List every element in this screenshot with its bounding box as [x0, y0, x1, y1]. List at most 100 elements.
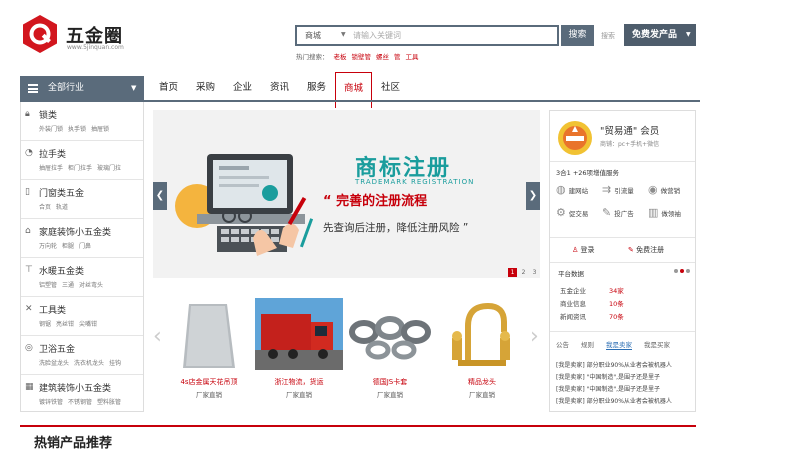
sidebar-sub[interactable]: 门鼻	[79, 241, 91, 250]
sidebar-sub[interactable]: 对丝弯头	[79, 280, 103, 289]
sidebar-sub[interactable]: 尖嘴钳	[79, 319, 97, 328]
nav-news[interactable]: 资讯	[261, 76, 298, 100]
sidebar-sub[interactable]: 抽屉拉手	[39, 163, 63, 172]
product-name[interactable]: 浙江物流，货运	[255, 377, 343, 387]
banner-page[interactable]: 2	[519, 268, 528, 277]
search-bar[interactable]: 商城 ▼ 请输入关键词	[295, 25, 559, 46]
sidebar-sub[interactable]: 柜腿	[62, 241, 74, 250]
sidebar-sub[interactable]: 轨道	[56, 202, 68, 211]
sidebar-sub[interactable]: 万向轮	[39, 241, 57, 250]
banner-page[interactable]: 3	[530, 268, 539, 277]
tab-rules[interactable]: 规则	[581, 339, 594, 350]
sidebar-sub[interactable]: 挂钩	[109, 358, 121, 367]
news-item[interactable]: [我是卖家] 部分职业90%从业者会被机器人	[556, 360, 692, 369]
nav-home[interactable]: 首页	[150, 76, 187, 100]
sidebar-sub[interactable]: 塑料胀管	[97, 397, 121, 406]
sidebar-sub[interactable]: 三通	[62, 280, 74, 289]
sidebar-sub[interactable]: 柜门拉手	[68, 163, 92, 172]
news-item[interactable]: [我是卖家] "中国制造",是围子还是里子	[556, 384, 692, 393]
sidebar-item[interactable]: ▦ 建筑装饰小五金类 镀锌铁管 不锈钢管 塑料胀管	[21, 375, 143, 414]
sidebar-item-title[interactable]: 拉手类	[39, 147, 143, 160]
service-traffic[interactable]: ⇉ 引流量	[602, 183, 648, 196]
tab-buyer[interactable]: 我是买家	[644, 339, 670, 350]
sidebar-item[interactable]: ✕ 工具类 钢锯 亮丝钳 尖嘴钳	[21, 297, 143, 336]
service-marketing[interactable]: ◉ 做营销	[648, 183, 694, 196]
product-name[interactable]: 4s店金属天花吊顶	[165, 377, 253, 387]
tab-announcement[interactable]: 公告	[556, 339, 569, 350]
nav-mall[interactable]: 商城	[335, 72, 372, 108]
product-name[interactable]: 精品龙头	[438, 377, 526, 387]
service-build-site[interactable]: ◍ 建网站	[556, 183, 602, 196]
sidebar-item-title[interactable]: 门窗类五金	[39, 186, 143, 199]
product-card[interactable]: 德国JS卡套 厂家直销	[346, 298, 434, 399]
sidebar-sub[interactable]: 合页	[39, 202, 51, 211]
sidebar-item-title[interactable]: 家庭装饰小五金类	[39, 225, 143, 238]
sidebar-item[interactable]: 🔒︎ 锁类 外装门锁 执手锁 抽屉锁	[21, 102, 143, 141]
sidebar-sub[interactable]: 洗脸盆龙头	[39, 358, 69, 367]
sidebar-item-title[interactable]: 锁类	[39, 108, 143, 121]
news-item[interactable]: [我是卖家] "中国制造",是围子还是里子	[556, 372, 692, 381]
banner-page[interactable]: 1	[508, 268, 517, 277]
sidebar-sub[interactable]: 玻璃门拉	[97, 163, 121, 172]
sidebar-item-title[interactable]: 工具类	[39, 303, 143, 316]
sidebar-item[interactable]: ⊤ 水暖五金类 铝塑管 三通 对丝弯头	[21, 258, 143, 297]
search-input[interactable]: 请输入关键词	[353, 30, 553, 41]
hot-keyword[interactable]: 老板	[334, 51, 347, 61]
stat-value[interactable]: 34家	[609, 285, 624, 295]
all-categories-button[interactable]: 全部行业	[20, 76, 144, 100]
nav-purchase[interactable]: 采购	[187, 76, 224, 100]
promo-banner[interactable]: 商标注册 TRADEMARK REGISTRATION “ 完善的注册流程 先查…	[153, 110, 540, 278]
brand-logo-icon[interactable]	[20, 14, 60, 54]
sidebar-sub[interactable]: 不锈钢管	[68, 397, 92, 406]
search-category-select[interactable]: 商城	[305, 30, 321, 41]
sidebar-sub[interactable]: 铝塑管	[39, 280, 57, 289]
service-leader[interactable]: ▥ 做领袖	[648, 206, 694, 219]
sidebar-item[interactable]: ◎ 卫浴五金 洗脸盆龙头 洗衣机龙头 挂钩	[21, 336, 143, 375]
service-ads[interactable]: ✎ 投广告	[602, 206, 648, 219]
sidebar-item[interactable]: ◔ 拉手类 抽屉拉手 柜门拉手 玻璃门拉	[21, 141, 143, 180]
caret-down-icon[interactable]: ▼	[686, 31, 691, 38]
stat-row: 新闻资讯 70条	[560, 311, 680, 321]
stat-value[interactable]: 10条	[609, 298, 624, 308]
stat-value[interactable]: 70条	[609, 311, 624, 321]
login-button[interactable]: ♙ 登录	[572, 240, 595, 260]
sidebar-sub[interactable]: 钢锯	[39, 319, 51, 328]
member-title[interactable]: "贸易通" 会员	[600, 123, 659, 137]
chevron-down-icon[interactable]: ▼	[131, 84, 136, 92]
sidebar-sub[interactable]: 镀锌铁管	[39, 397, 63, 406]
pager-dot[interactable]	[680, 269, 684, 273]
pager-dot[interactable]	[674, 269, 678, 273]
sidebar-sub[interactable]: 外装门锁	[39, 124, 63, 133]
hot-keyword[interactable]: 管	[394, 51, 401, 61]
sidebar-item-title[interactable]: 建筑装饰小五金类	[39, 381, 143, 394]
tab-seller[interactable]: 我是卖家	[606, 339, 632, 350]
product-name[interactable]: 德国JS卡套	[346, 377, 434, 387]
sidebar-item-title[interactable]: 水暖五金类	[39, 264, 143, 277]
product-card[interactable]: 浙江物流，货运 厂家直销	[255, 298, 343, 399]
banner-prev-button[interactable]: ❮	[153, 182, 167, 210]
sidebar-sub[interactable]: 执手锁	[68, 124, 86, 133]
news-item[interactable]: [我是卖家] 部分职业90%从业者会被机器人	[556, 396, 692, 405]
product-card[interactable]: 精品龙头 厂家直销	[438, 298, 526, 399]
hot-keyword[interactable]: 工具	[406, 51, 419, 61]
sidebar-item-title[interactable]: 卫浴五金	[39, 342, 143, 355]
sidebar-sub[interactable]: 亮丝钳	[56, 319, 74, 328]
sidebar-sub[interactable]: 抽屉锁	[91, 124, 109, 133]
nav-service[interactable]: 服务	[298, 76, 335, 100]
pager-dot[interactable]	[686, 269, 690, 273]
hot-keyword[interactable]: 锁壁管	[352, 51, 372, 61]
banner-next-button[interactable]: ❯	[526, 182, 540, 210]
sidebar-item[interactable]: ⌂ 家庭装饰小五金类 万向轮 柜腿 门鼻	[21, 219, 143, 258]
nav-community[interactable]: 社区	[372, 76, 409, 100]
search-button[interactable]: 搜索	[561, 25, 594, 46]
register-button[interactable]: ✎ 免费注册	[628, 240, 664, 260]
search-extra-link[interactable]: 搜索	[601, 31, 615, 41]
tools-icon: ✕	[25, 304, 33, 314]
service-deal[interactable]: ⚙ 促交易	[556, 206, 602, 219]
sidebar-item[interactable]: ▯ 门窗类五金 合页 轨道	[21, 180, 143, 219]
product-card[interactable]: 4s店金属天花吊顶 厂家直销	[165, 298, 253, 399]
hot-keyword[interactable]: 螺丝	[376, 51, 389, 61]
nav-enterprise[interactable]: 企业	[224, 76, 261, 100]
sidebar-sub[interactable]: 洗衣机龙头	[74, 358, 104, 367]
caret-down-icon[interactable]: ▼	[341, 31, 346, 38]
